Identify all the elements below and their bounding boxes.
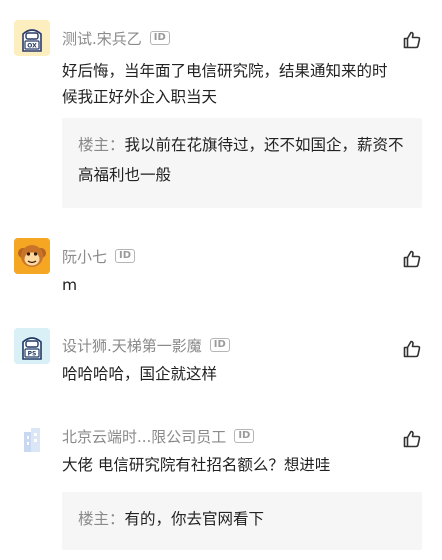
id-badge: ID — [234, 429, 255, 443]
comment-text: 大佬 电信研究院有社招名额么？想进哇 — [62, 456, 331, 474]
author-row: 北京云端时...限公司员工 ID — [62, 426, 255, 447]
avatar[interactable] — [14, 420, 50, 456]
like-button[interactable] — [402, 339, 422, 359]
thumbs-up-icon — [403, 31, 421, 49]
reply-box[interactable]: 楼主：有的，你去官网看下 — [62, 492, 422, 550]
author-row: 测试.宋兵乙 ID — [62, 28, 170, 48]
comment-text: 好后悔，当年面了电信研究院，结果通知来的时候我正好外企入职当天 — [62, 62, 388, 106]
svg-text:PS: PS — [28, 351, 37, 358]
author-name[interactable]: 北京云端时...限公司员工 — [62, 426, 226, 447]
svg-text:OX: OX — [27, 43, 37, 50]
reply-author: 楼主： — [78, 136, 125, 154]
company-avatar-icon — [14, 420, 50, 456]
comment-text: 哈哈哈哈，国企就这样 — [62, 365, 218, 383]
id-badge: ID — [149, 31, 170, 45]
monkey-avatar-icon — [14, 238, 50, 274]
avatar[interactable]: PS — [14, 328, 50, 364]
user-avatar-icon: PS — [14, 328, 50, 364]
author-name[interactable]: 测试.宋兵乙 — [62, 28, 142, 49]
avatar[interactable] — [14, 238, 50, 274]
like-button[interactable] — [402, 249, 422, 269]
author-name[interactable]: 设计狮.天梯第一影魔 — [62, 335, 202, 356]
author-row: 阮小七 ID — [62, 246, 136, 267]
reply-text: 我以前在花旗待过，还不如国企，薪资不高福利也一般 — [78, 136, 404, 184]
thumbs-up-icon — [403, 340, 421, 358]
like-button[interactable] — [402, 429, 422, 449]
id-badge: ID — [115, 249, 136, 263]
avatar[interactable]: OX — [14, 20, 50, 56]
author-name[interactable]: 阮小七 — [62, 246, 107, 267]
id-badge: ID — [209, 338, 230, 352]
comment-text: m — [62, 276, 78, 294]
user-avatar-icon: OX — [14, 20, 50, 56]
reply-author: 楼主： — [78, 510, 125, 528]
reply-box[interactable]: 楼主：我以前在花旗待过，还不如国企，薪资不高福利也一般 — [62, 118, 422, 208]
reply-text: 有的，你去官网看下 — [124, 510, 265, 528]
thumbs-up-icon — [403, 250, 421, 268]
thumbs-up-icon — [403, 430, 421, 448]
author-row: 设计狮.天梯第一影魔 ID — [62, 335, 230, 355]
like-button[interactable] — [402, 30, 422, 50]
